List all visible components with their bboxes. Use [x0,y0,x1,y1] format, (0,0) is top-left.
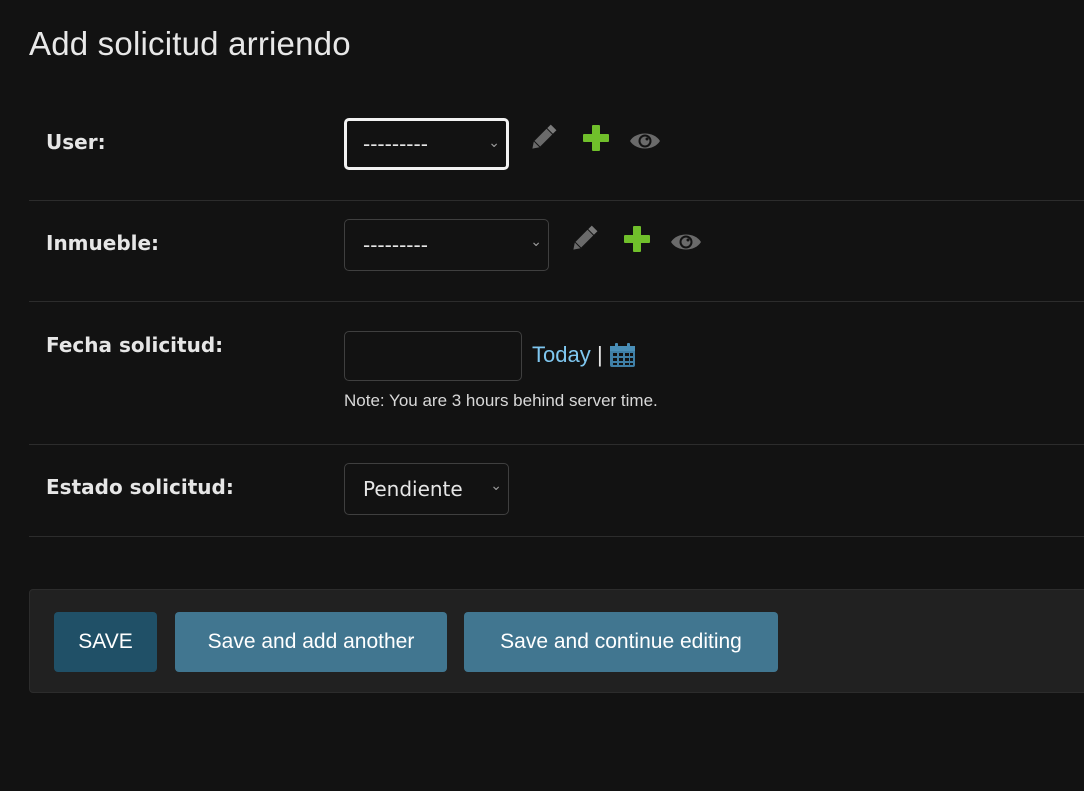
admin-add-page: Add solicitud arriendo User: --------- ⌄ [0,0,1084,791]
pencil-icon[interactable] [567,223,601,255]
chevron-down-icon: ⌄ [490,478,502,494]
fecha-solicitud-input[interactable] [344,331,522,381]
save-and-continue-editing-button[interactable]: Save and continue editing [464,612,778,672]
inmueble-label: Inmueble: [46,231,160,255]
estado-solicitud-value: Pendiente [363,477,463,501]
today-link[interactable]: Today [532,342,591,368]
timezone-note: Note: You are 3 hours behind server time… [344,391,658,410]
page-title: Add solicitud arriendo [29,25,351,62]
inmueble-select[interactable]: --------- ⌄ [344,219,549,271]
estado-solicitud-select[interactable]: Pendiente ⌄ [344,463,509,515]
field-row-inmueble: Inmueble: --------- ⌄ [29,201,1084,302]
chevron-down-icon: ⌄ [488,135,500,151]
pencil-icon[interactable] [526,122,560,154]
plus-icon[interactable] [620,223,654,255]
submit-row: SAVE Save and add another Save and conti… [29,589,1084,693]
eye-icon[interactable] [669,226,703,258]
calendar-icon[interactable] [609,342,636,368]
field-row-estado-solicitud: Estado solicitud: Pendiente ⌄ [29,445,1084,537]
inmueble-select-value: --------- [363,233,428,257]
user-select-value: --------- [363,132,428,156]
today-separator: | [597,342,603,367]
field-row-user: User: --------- ⌄ [29,100,1084,201]
chevron-down-icon: ⌄ [530,234,542,250]
user-select[interactable]: --------- ⌄ [344,118,509,170]
user-label: User: [46,130,106,154]
plus-icon[interactable] [579,122,613,154]
eye-icon[interactable] [628,125,662,157]
save-button[interactable]: SAVE [54,612,157,672]
field-row-fecha-solicitud: Fecha solicitud: Today | Note: You are 3… [29,302,1084,445]
estado-solicitud-label: Estado solicitud: [46,475,234,499]
add-form: User: --------- ⌄ Inmueble: --------- ⌄ … [29,100,1084,537]
save-and-add-another-button[interactable]: Save and add another [175,612,447,672]
fecha-solicitud-label: Fecha solicitud: [46,333,224,357]
